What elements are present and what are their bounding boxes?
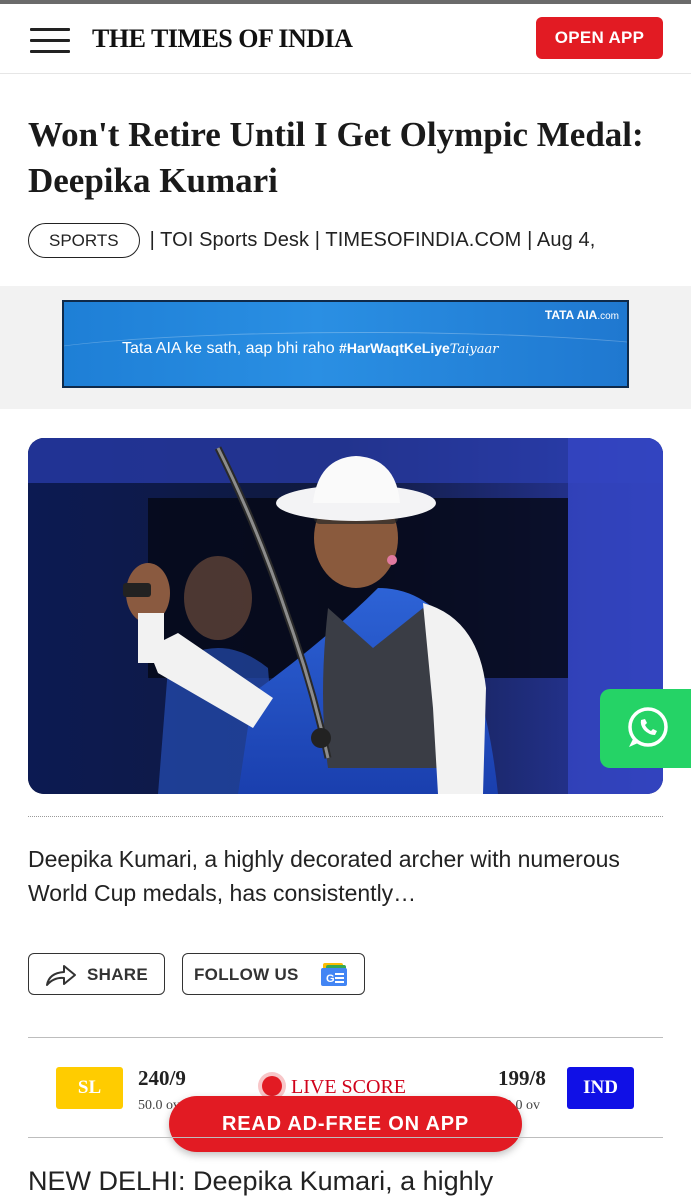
hamburger-menu-icon[interactable] [30, 27, 70, 55]
article-body-text: NEW DELHI: Deepika Kumari, a highly [28, 1166, 494, 1196]
article-summary: Deepika Kumari, a highly decorated arche… [28, 846, 620, 906]
live-dot-icon [262, 1076, 282, 1096]
category-tag[interactable]: SPORTS [28, 222, 140, 258]
read-ad-free-button[interactable]: READ AD-FREE ON APP [169, 1096, 522, 1152]
divider [28, 1037, 663, 1038]
team-badge-ind: IND [567, 1067, 634, 1109]
team-badge-sl: SL [56, 1067, 123, 1109]
follow-label: FOLLOW US [194, 965, 299, 984]
share-arrow-icon [46, 965, 76, 986]
ad-brand-logo: TATA AIA.com [544, 308, 619, 322]
site-logo[interactable]: THE TIMES OF INDIA [92, 24, 353, 54]
site-header: THE TIMES OF INDIA OPEN APP [0, 4, 691, 74]
article-meta: SPORTS | TOI Sports Desk | TIMESOFINDIA.… [28, 222, 595, 258]
ad-tagline: Tata AIA ke sath, aap bhi raho #HarWaqtK… [122, 340, 499, 357]
svg-text:G: G [326, 973, 335, 985]
divider [28, 816, 663, 817]
article-headline: Won't Retire Until I Get Olympic Medal: … [28, 115, 644, 200]
ad-slot: TATA AIA.com Tata AIA ke sath, aap bhi r… [0, 286, 691, 409]
team1-score: 240/9 [138, 1066, 186, 1090]
whatsapp-icon [628, 707, 668, 747]
google-news-icon: G [321, 963, 347, 986]
article-hero-image[interactable] [28, 438, 663, 794]
article-byline: | TOI Sports Desk | TIMESOFINDIA.COM | A… [149, 228, 596, 251]
follow-google-news-button[interactable]: FOLLOW US G [182, 953, 365, 995]
team2-score: 199/8 [498, 1066, 546, 1090]
ad-banner[interactable]: TATA AIA.com Tata AIA ke sath, aap bhi r… [62, 300, 629, 388]
divider [28, 1137, 663, 1138]
archer-photo [28, 438, 663, 794]
share-button[interactable]: SHARE [28, 953, 165, 995]
open-app-button[interactable]: OPEN APP [536, 17, 663, 59]
whatsapp-share-button[interactable] [600, 689, 691, 768]
share-label: SHARE [87, 965, 149, 984]
